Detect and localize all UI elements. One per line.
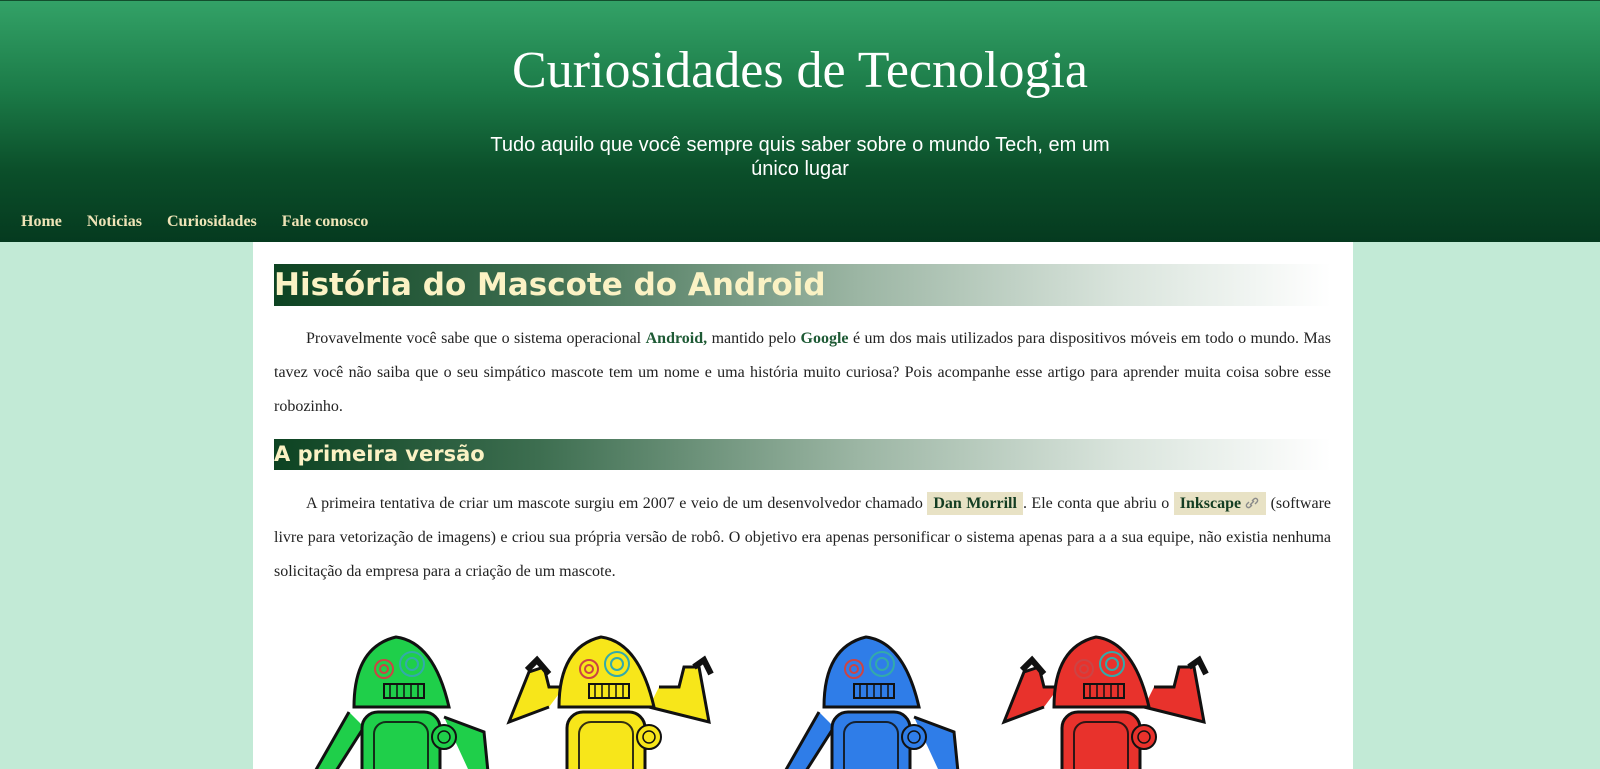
intro-text-1: Provavelmente você sabe que o sistema op… bbox=[306, 330, 646, 347]
nav-home[interactable]: Home bbox=[21, 213, 62, 231]
intro-text-2: mantido pelo bbox=[707, 330, 801, 347]
external-link-icon bbox=[1245, 497, 1259, 509]
nav-curiosidades[interactable]: Curiosidades bbox=[167, 213, 257, 231]
dan-morrill-highlight: Dan Morrill bbox=[927, 492, 1023, 515]
article-content: História do Mascote do Android Provavelm… bbox=[253, 242, 1353, 769]
inkscape-label: Inkscape bbox=[1179, 495, 1242, 512]
site-header: Curiosidades de Tecnologia Tudo aquilo q… bbox=[0, 0, 1600, 242]
nav-noticias[interactable]: Noticias bbox=[87, 213, 142, 231]
section-text-2: . Ele conta que abriu o bbox=[1022, 495, 1174, 512]
section-text-1: A primeira tentativa de criar um mascote… bbox=[306, 495, 928, 512]
inkscape-link[interactable]: Inkscape bbox=[1173, 492, 1267, 515]
article-title: História do Mascote do Android bbox=[274, 264, 1331, 306]
section-heading: A primeira versão bbox=[274, 439, 1331, 470]
section-paragraph: A primeira tentativa de criar um mascote… bbox=[274, 487, 1331, 589]
robot-mascot-2 bbox=[506, 635, 714, 769]
robot-mascot-4 bbox=[1001, 635, 1209, 769]
android-term: Android, bbox=[645, 330, 708, 347]
nav-fale-conosco[interactable]: Fale conosco bbox=[282, 213, 369, 231]
robot-mascots-image bbox=[274, 612, 1331, 769]
main-nav: Home Noticias Curiosidades Fale conosco bbox=[21, 213, 368, 231]
google-term: Google bbox=[800, 330, 849, 347]
site-title: Curiosidades de Tecnologia bbox=[512, 42, 1088, 99]
intro-paragraph: Provavelmente você sabe que o sistema op… bbox=[274, 322, 1331, 424]
site-subtitle: Tudo aquilo que você sempre quis saber s… bbox=[490, 134, 1110, 180]
